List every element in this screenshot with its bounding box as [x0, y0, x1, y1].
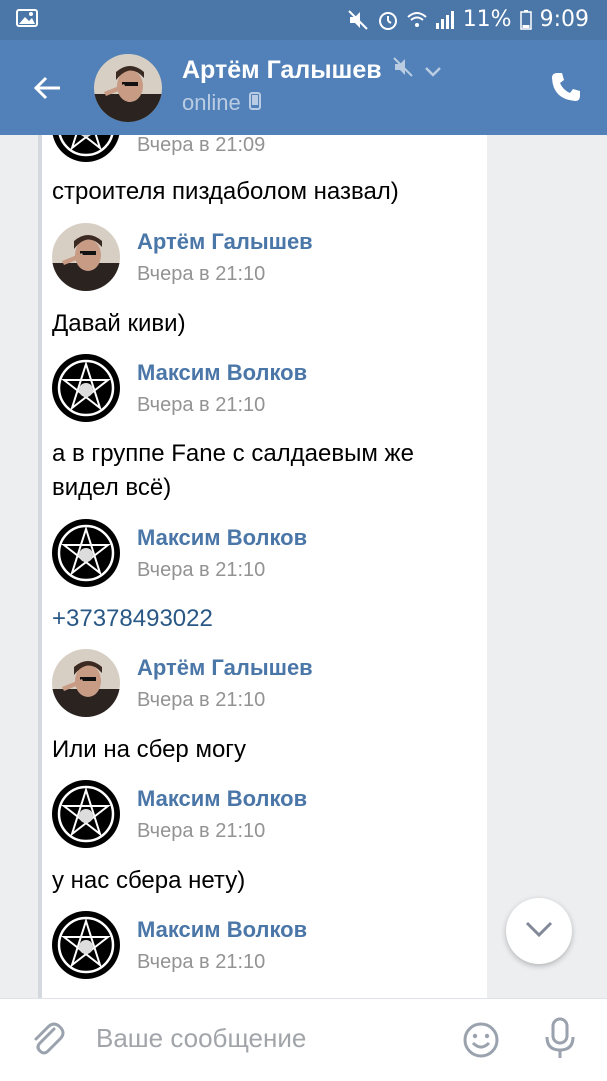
message-time: Вчера в 21:10	[137, 689, 266, 711]
maxim-avatar[interactable]	[52, 911, 120, 979]
message-text[interactable]: Или на сбер могу	[52, 733, 472, 767]
chevron-down-icon	[524, 920, 554, 943]
message-author-row: Максим Волков Вчера в 21:10	[52, 911, 482, 981]
image-icon	[16, 9, 38, 27]
scroll-down-button[interactable]	[506, 898, 572, 964]
message-composer: Ваше сообщение	[0, 998, 607, 1081]
message-author-row: Максим Волков Вчера в 21:10	[52, 780, 482, 850]
signal-icon	[435, 10, 455, 29]
contact-avatar[interactable]	[94, 54, 162, 122]
smile-icon[interactable]	[462, 1021, 500, 1059]
chat-header: Артём Галышев online	[0, 40, 607, 135]
author-name[interactable]: Максим Волков	[137, 525, 307, 551]
chevron-down-icon[interactable]	[424, 56, 442, 85]
message-time: Вчера в 21:10	[137, 820, 266, 842]
battery-percent: 11%	[462, 7, 512, 32]
message-time: Вчера в 21:10	[137, 951, 266, 973]
message-time: Вчера в 21:10	[137, 559, 266, 581]
muted-speaker-icon	[392, 56, 414, 85]
contact-title[interactable]: Артём Галышев	[182, 56, 442, 85]
message-text[interactable]: а в группе Fane с салдаевым же видел всё…	[52, 437, 472, 505]
battery-icon	[519, 9, 532, 30]
maxim-avatar[interactable]	[52, 780, 120, 848]
message-text[interactable]: Давай киви)	[52, 307, 472, 341]
message-author-row: Артём Галышев Вчера в 21:10	[52, 649, 482, 719]
maxim-avatar[interactable]	[52, 135, 120, 162]
message-time: Вчера в 21:09	[137, 135, 266, 156]
clock-time: 9:09	[539, 7, 589, 32]
author-name[interactable]: Максим Волков	[137, 360, 307, 386]
alarm-icon	[377, 9, 399, 31]
phone-number-link[interactable]: +37378493022	[52, 602, 472, 636]
message-text[interactable]: строителя пиздаболом назвал)	[52, 175, 472, 209]
message-author-row: Максим Волков Вчера в 21:10	[52, 519, 482, 589]
message-author-row: Максим Волков Вчера в 21:10	[52, 354, 482, 424]
message-time: Вчера в 21:10	[137, 263, 266, 285]
message-author-row: Артём Галышев Вчера в 21:10	[52, 223, 482, 293]
maxim-avatar[interactable]	[52, 354, 120, 422]
message-text[interactable]: у нас сбера нету)	[52, 864, 472, 898]
message-input[interactable]: Ваше сообщение	[96, 1023, 306, 1054]
paperclip-icon[interactable]	[28, 1019, 68, 1059]
phone-icon[interactable]	[549, 70, 583, 104]
maxim-avatar[interactable]	[52, 519, 120, 587]
author-name[interactable]: Артём Галышев	[137, 655, 313, 681]
wifi-icon	[407, 11, 427, 29]
back-arrow-icon[interactable]	[28, 68, 68, 108]
author-name[interactable]: Артём Галышев	[137, 229, 313, 255]
contact-status: online	[182, 90, 261, 116]
forwarded-indicator-bar	[38, 135, 42, 998]
message-list[interactable]: Вчера в 21:09 строителя пиздаболом назва…	[0, 135, 607, 998]
artem-avatar[interactable]	[52, 649, 120, 717]
status-bar: 11% 9:09	[0, 0, 607, 40]
artem-avatar[interactable]	[52, 223, 120, 291]
online-status: online	[182, 90, 241, 115]
author-name[interactable]: Максим Волков	[137, 786, 307, 812]
message-author-row: Вчера в 21:09	[52, 135, 482, 164]
author-name[interactable]: Максим Волков	[137, 917, 307, 943]
microphone-icon[interactable]	[540, 1017, 580, 1061]
mobile-device-icon	[248, 90, 261, 116]
mute-status-icon	[347, 9, 369, 31]
message-time: Вчера в 21:10	[137, 394, 266, 416]
contact-name[interactable]: Артём Галышев	[182, 56, 382, 85]
